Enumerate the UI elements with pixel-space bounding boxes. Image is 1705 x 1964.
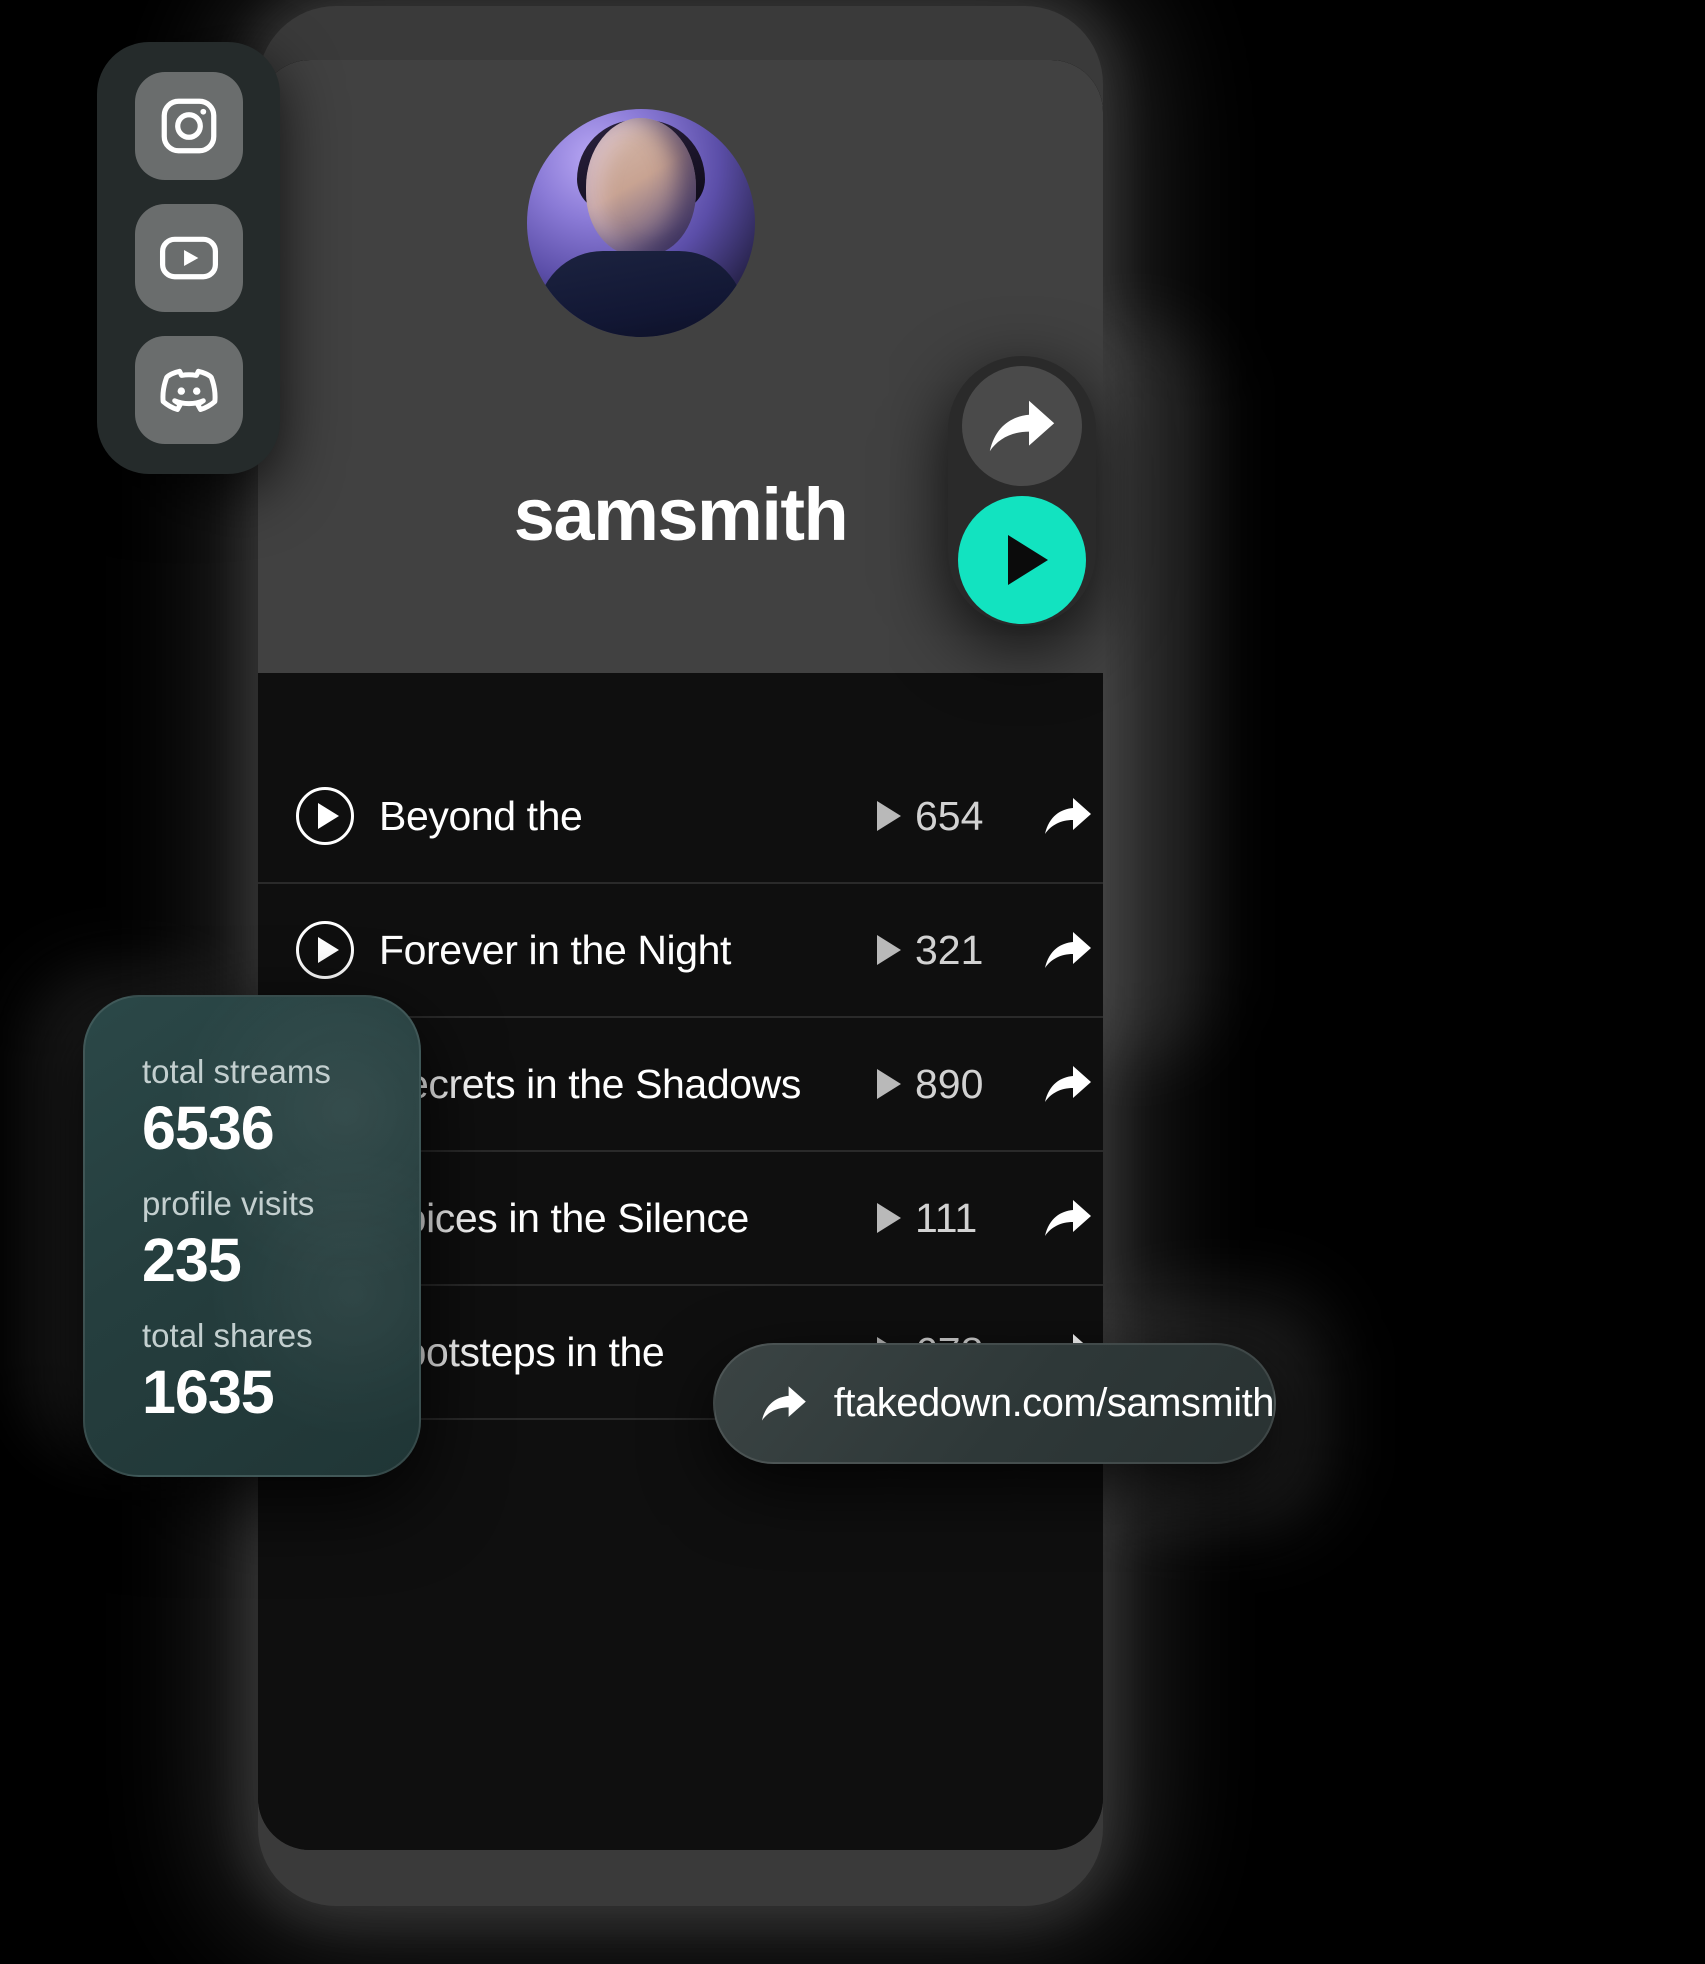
avatar (527, 109, 755, 337)
sidebar-item-youtube[interactable] (134, 204, 243, 312)
phone-screen: samsmith Beyond the 654 Forever in the N… (258, 60, 1103, 1850)
share-arrow-icon (761, 1386, 806, 1421)
play-count-icon (877, 935, 901, 965)
floating-action-stack (948, 356, 1096, 626)
play-count: 111 (915, 1194, 978, 1241)
stat-label-profile-visits: profile visits (142, 1185, 315, 1222)
avatar-torso (537, 251, 745, 337)
track-title: Forever in the Night (379, 926, 732, 973)
social-links-rail (97, 42, 280, 474)
share-button[interactable] (962, 366, 1082, 486)
play-count: 321 (915, 926, 984, 973)
youtube-icon (159, 236, 218, 280)
stat-value-total-shares: 1635 (142, 1358, 275, 1426)
share-arrow-icon (989, 400, 1055, 452)
share-arrow-icon[interactable] (1043, 1196, 1093, 1240)
track-title: Beyond the (379, 792, 583, 839)
play-circle-icon[interactable] (296, 921, 354, 979)
share-arrow-icon[interactable] (1043, 794, 1093, 838)
profile-url-text: ftakedown.com/samsmith (833, 1381, 1275, 1425)
screenshot-canvas: samsmith Beyond the 654 Forever in the N… (0, 0, 1705, 1964)
play-count: 890 (915, 1060, 984, 1107)
stats-card: total streams 6536 profile visits 235 to… (83, 995, 421, 1477)
track-list-spacer (258, 673, 1103, 750)
sidebar-item-instagram[interactable] (134, 72, 243, 180)
play-count-icon (877, 1203, 901, 1233)
stat-value-profile-visits: 235 (142, 1226, 242, 1294)
share-arrow-icon[interactable] (1043, 1062, 1093, 1106)
instagram-icon (161, 98, 216, 154)
play-button[interactable] (958, 496, 1086, 624)
play-triangle-icon (1008, 535, 1048, 585)
avatar-face (586, 117, 696, 256)
track-meta: 654 (877, 793, 1093, 840)
sidebar-item-discord[interactable] (134, 336, 243, 444)
stat-label-total-shares: total shares (142, 1317, 313, 1354)
track-title: Voices in the Silence (379, 1194, 749, 1241)
play-circle-icon[interactable] (296, 787, 354, 845)
play-count-icon (877, 1069, 901, 1099)
track-meta: 111 (877, 1195, 1093, 1242)
track-title: Secrets in the Shadows (379, 1060, 801, 1107)
play-count-icon (877, 801, 901, 831)
track-meta: 321 (877, 927, 1093, 974)
stat-value-total-streams: 6536 (142, 1094, 275, 1162)
table-row[interactable]: Beyond the 654 (258, 750, 1103, 884)
play-count: 654 (915, 792, 984, 839)
profile-url-pill[interactable]: ftakedown.com/samsmith (713, 1343, 1276, 1464)
stat-label-total-streams: total streams (142, 1053, 331, 1090)
share-arrow-icon[interactable] (1043, 928, 1093, 972)
discord-icon (159, 368, 218, 412)
track-meta: 890 (877, 1061, 1093, 1108)
